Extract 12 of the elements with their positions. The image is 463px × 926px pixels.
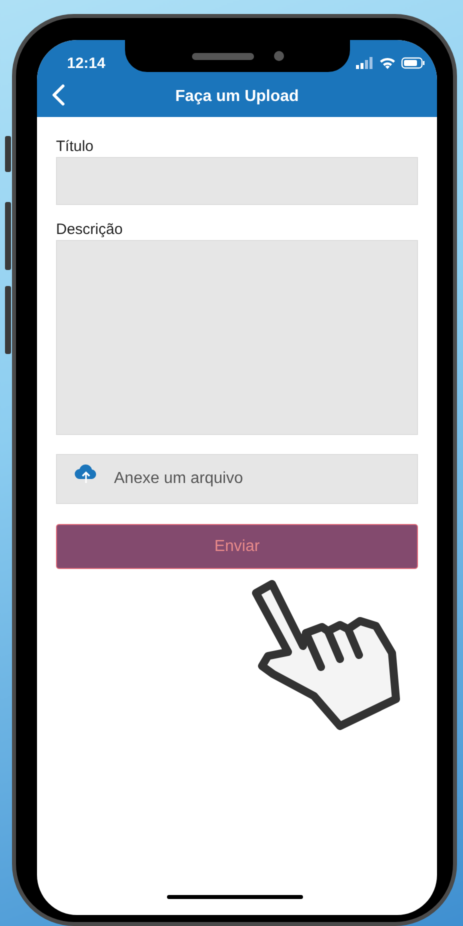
cloud-upload-icon <box>74 464 98 484</box>
attach-file-field[interactable]: Anexe um arquivo <box>56 454 418 504</box>
description-field[interactable] <box>56 240 418 435</box>
title-field[interactable] <box>56 157 418 205</box>
wifi-icon <box>379 57 395 69</box>
status-time: 12:14 <box>67 55 106 74</box>
battery-icon <box>401 57 425 69</box>
screen-title: Faça um Upload <box>175 88 299 106</box>
field-label: Descrição <box>56 221 124 238</box>
back-icon[interactable] <box>51 84 65 106</box>
field-label: Título <box>56 138 95 155</box>
signal-icon <box>356 57 373 69</box>
